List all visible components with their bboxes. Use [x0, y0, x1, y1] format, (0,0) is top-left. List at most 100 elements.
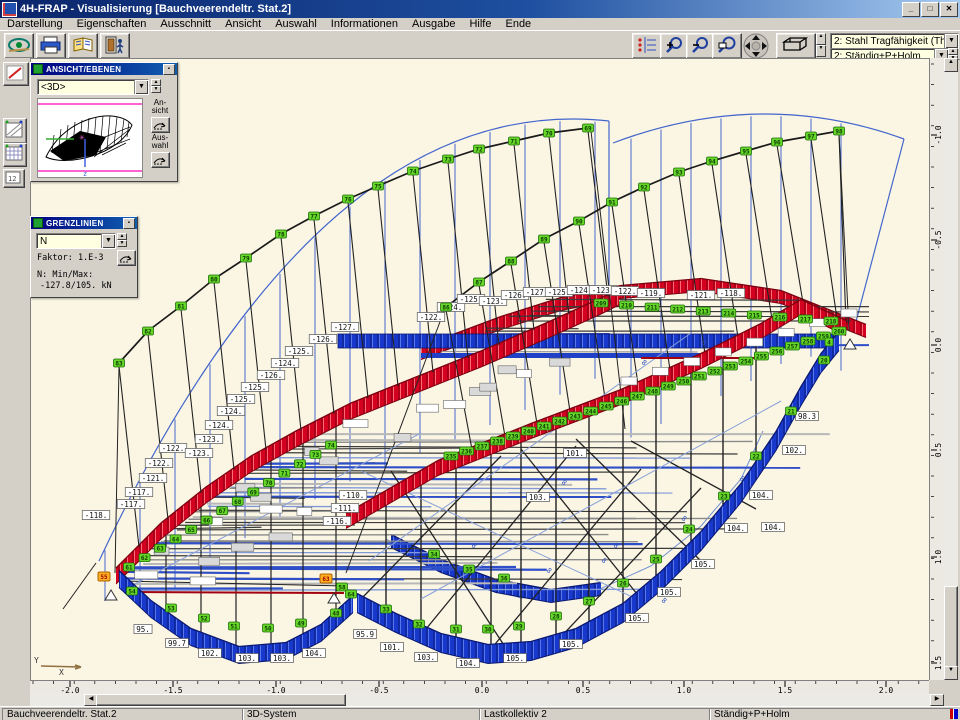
chevron-down-icon[interactable]: ▼: [134, 80, 148, 94]
svg-text:23: 23: [720, 494, 728, 501]
mesh-layer-button[interactable]: [3, 143, 27, 167]
numbering-toggle-button[interactable]: [632, 33, 662, 59]
node-chip: 254: [739, 357, 753, 366]
value-label: 104.: [303, 649, 326, 658]
svg-text:89: 89: [540, 237, 548, 244]
support-chip: 55: [98, 572, 110, 581]
help-book-button[interactable]: [68, 33, 98, 59]
edit-mode-button[interactable]: [3, 62, 29, 86]
svg-text:260: 260: [834, 329, 845, 336]
svg-text:79: 79: [242, 256, 250, 263]
svg-text:212: 212: [672, 307, 683, 314]
node-chip: 94: [707, 157, 718, 166]
node-chip: 77: [309, 212, 320, 221]
horizontal-scrollbar[interactable]: ◀ ▶: [30, 694, 944, 706]
apply-view-button[interactable]: [151, 117, 170, 133]
zoom-window-button[interactable]: [712, 33, 742, 59]
node-chip: 243: [568, 412, 582, 421]
view-3d-button[interactable]: [776, 33, 816, 59]
panel-title: ANSICHT/EBENEN: [46, 65, 121, 74]
svg-text:88: 88: [507, 259, 515, 266]
svg-text:101.: 101.: [566, 449, 584, 458]
node-chip: 235: [444, 452, 458, 461]
node-chip: 255: [754, 352, 768, 361]
node-chip: 211: [645, 303, 659, 312]
node-chip: 87: [474, 278, 485, 287]
exit-button[interactable]: [100, 33, 130, 59]
close-icon[interactable]: ▪: [163, 64, 175, 75]
svg-text:-122.: -122.: [148, 459, 171, 468]
node-chip: 24: [684, 525, 695, 534]
node-chip: 71: [509, 137, 520, 146]
menu-item-ausschnitt[interactable]: Ausschnitt: [153, 18, 218, 30]
svg-text:93: 93: [675, 170, 683, 177]
menu-item-ausgabe[interactable]: Ausgabe: [405, 18, 462, 30]
view-combobox[interactable]: <3D> ▼: [37, 79, 149, 95]
node-chip: 64: [346, 590, 357, 599]
horizontal-scroll-thumb[interactable]: [96, 694, 346, 706]
menu-item-ansicht[interactable]: Ansicht: [218, 18, 268, 30]
vertical-scroll-thumb[interactable]: [944, 586, 958, 670]
redraw-button[interactable]: [4, 33, 34, 59]
view-spinner[interactable]: ▲▼: [816, 33, 826, 57]
theory-combobox-value: 2: Stahl Tragfähigkeit (Th. 2. O: [831, 36, 944, 47]
svg-text:251: 251: [694, 374, 705, 381]
svg-text:55: 55: [100, 574, 108, 581]
node-chip: 250: [677, 377, 691, 386]
svg-text:48: 48: [332, 611, 340, 618]
svg-text:242: 242: [554, 419, 565, 426]
menu-item-eigenschaften[interactable]: Eigenschaften: [70, 18, 154, 30]
print-button[interactable]: [36, 33, 66, 59]
node-chip: 33: [381, 605, 392, 614]
value-label: 102.: [199, 649, 222, 658]
svg-text:73: 73: [312, 452, 320, 459]
chevron-down-icon[interactable]: ▼: [944, 34, 958, 48]
view-preview[interactable]: ✳ z: [37, 98, 143, 178]
scroll-right-icon[interactable]: ▶: [930, 694, 944, 706]
svg-text:z: z: [83, 170, 87, 177]
book-icon: [69, 35, 97, 55]
close-icon[interactable]: ▪: [123, 218, 135, 229]
apply-faktor-button[interactable]: [117, 250, 136, 266]
node-chip: 209: [594, 299, 608, 308]
title-bar[interactable]: 4H-FRAP - Visualisierung [Bauchveerendel…: [0, 0, 960, 18]
svg-text:217: 217: [800, 317, 811, 324]
dots-arc-icon: [152, 153, 167, 170]
ruler-ticks: -1.0-0.50.00.51.01.5: [930, 58, 944, 680]
menu-item-auswahl[interactable]: Auswahl: [268, 18, 324, 30]
menu-item-darstellung[interactable]: Darstellung: [0, 18, 70, 30]
svg-text:104.: 104.: [764, 523, 782, 532]
value-label: -125.: [285, 347, 313, 356]
value-label: -118.: [82, 511, 110, 520]
value-label: -124.: [271, 359, 299, 368]
node-chip: 210: [620, 301, 634, 310]
svg-text:99.7: 99.7: [168, 639, 186, 648]
svg-text:4: 4: [827, 340, 831, 347]
menu-item-informationen[interactable]: Informationen: [324, 18, 405, 30]
maximize-button[interactable]: □: [921, 2, 939, 17]
scroll-up-icon[interactable]: ▲: [944, 58, 958, 72]
node-chip: 89: [539, 235, 550, 244]
chevron-down-icon[interactable]: ▼: [101, 234, 115, 248]
vertical-scrollbar[interactable]: ▲ ▼: [944, 58, 958, 680]
view-combobox-spinner[interactable]: ▲▼: [151, 79, 161, 93]
node-chip: 236: [460, 447, 474, 456]
panel-icon: [33, 218, 43, 228]
minimize-button[interactable]: _: [902, 2, 920, 17]
panel-titlebar[interactable]: ANSICHT/EBENEN ▪: [31, 63, 177, 75]
result-combobox-spinner[interactable]: ▲▼: [117, 233, 127, 247]
theory-combobox[interactable]: 2: Stahl Tragfähigkeit (Th. 2. O ▼: [830, 33, 959, 49]
numbers-button[interactable]: 12: [3, 169, 25, 188]
svg-text:103.: 103.: [273, 654, 291, 663]
window-title: 4H-FRAP - Visualisierung [Bauchveerendel…: [20, 3, 291, 15]
hatch-layer-button[interactable]: [3, 118, 27, 144]
svg-text:0.5: 0.5: [934, 443, 943, 458]
svg-text:64: 64: [172, 536, 180, 543]
close-button[interactable]: ✕: [940, 2, 958, 17]
apply-selection-button[interactable]: [151, 152, 170, 168]
panel-titlebar[interactable]: GRENZLINIEN ▪: [31, 217, 137, 229]
menu-item-hilfe[interactable]: Hilfe: [462, 18, 498, 30]
scroll-down-icon[interactable]: ▼: [944, 666, 958, 680]
menu-item-ende[interactable]: Ende: [498, 18, 538, 30]
result-combobox[interactable]: N ▼: [36, 233, 116, 249]
